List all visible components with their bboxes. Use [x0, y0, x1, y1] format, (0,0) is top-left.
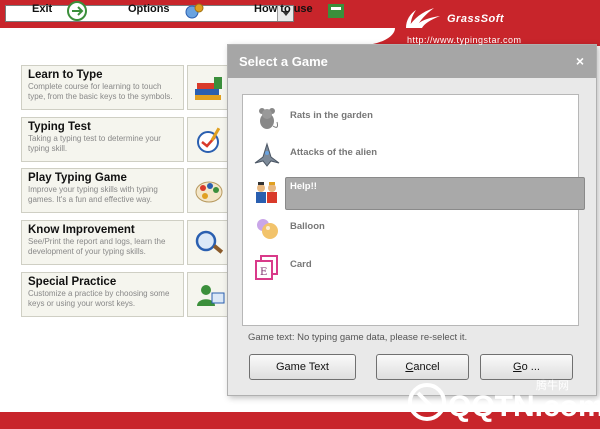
- rat-icon: [259, 108, 278, 129]
- menu-desc: Improve your typing skills with typing g…: [28, 185, 158, 204]
- qqtn-watermark: QQTN.com 腾牛网: [408, 378, 600, 423]
- select-game-dialog: Select a Game × Rats in the garden Attac…: [227, 44, 597, 396]
- selection-highlight: [285, 177, 585, 210]
- list-item[interactable]: Attacks of the alien: [253, 139, 575, 172]
- menu-desc: Complete course for learning to touch ty…: [28, 82, 173, 101]
- menu-special-practice[interactable]: Special Practice Customize a practice by…: [21, 272, 184, 317]
- menu-desc: See/Print the report and logs, learn the…: [28, 237, 166, 256]
- list-item[interactable]: Balloon: [253, 213, 575, 246]
- card-icon: E: [255, 255, 278, 280]
- list-item-selected[interactable]: Help!!: [253, 177, 585, 210]
- menu-title: Know Improvement: [28, 224, 135, 236]
- palette-icon[interactable]: [187, 168, 231, 213]
- gear-icon[interactable]: [183, 0, 205, 22]
- svg-text:E: E: [260, 267, 267, 278]
- game-list[interactable]: Rats in the garden Attacks of the alien …: [242, 94, 585, 326]
- close-icon[interactable]: ×: [576, 53, 584, 69]
- menu-desc: Customize a practice by choosing some ke…: [28, 289, 170, 308]
- list-item[interactable]: Rats in the garden: [253, 102, 575, 135]
- dialog-title: Select a Game: [239, 54, 328, 69]
- brand-name: GrassSoft: [447, 13, 505, 25]
- list-item[interactable]: E Card: [253, 251, 575, 284]
- user-icon[interactable]: [187, 272, 231, 317]
- test-icon[interactable]: [187, 117, 231, 162]
- menu-title: Learn to Type: [28, 69, 103, 81]
- help-book-icon[interactable]: [325, 0, 347, 22]
- dialog-titlebar[interactable]: Select a Game ×: [228, 45, 596, 78]
- magnifier-icon[interactable]: [187, 220, 231, 265]
- balloon-icon: [257, 219, 278, 239]
- game-label: Help!!: [290, 181, 317, 192]
- exit-button[interactable]: Exit: [32, 3, 52, 15]
- menu-know-improvement[interactable]: Know Improvement See/Print the report an…: [21, 220, 184, 265]
- website-url[interactable]: http://www.typingstar.com: [407, 35, 522, 45]
- spaceship-icon: [254, 142, 280, 167]
- menu-title: Play Typing Game: [28, 172, 127, 184]
- game-label: Card: [290, 259, 312, 270]
- menu-desc: Taking a typing test to determine your t…: [28, 134, 161, 153]
- books-icon[interactable]: [187, 65, 231, 110]
- watermark-text: QQTN.com: [448, 390, 600, 423]
- game-text-button[interactable]: Game Text: [249, 354, 356, 380]
- watermark-cn: 腾牛网: [536, 378, 569, 392]
- how-to-use-button[interactable]: How to use: [254, 3, 313, 15]
- grass-logo-icon: [406, 8, 440, 28]
- menu-title: Typing Test: [28, 121, 91, 133]
- menu-learn-to-type[interactable]: Learn to Type Complete course for learni…: [21, 65, 184, 110]
- game-text-status: Game text: No typing game data, please r…: [248, 332, 468, 343]
- menu-title: Special Practice: [28, 276, 117, 288]
- people-icon: [256, 182, 277, 203]
- game-label: Rats in the garden: [290, 110, 373, 121]
- menu-typing-test[interactable]: Typing Test Taking a typing test to dete…: [21, 117, 184, 162]
- game-label: Attacks of the alien: [290, 147, 378, 158]
- options-button[interactable]: Options: [128, 3, 170, 15]
- exit-icon[interactable]: [66, 0, 88, 22]
- menu-play-typing-game[interactable]: Play Typing Game Improve your typing ski…: [21, 168, 184, 213]
- game-label: Balloon: [290, 221, 325, 232]
